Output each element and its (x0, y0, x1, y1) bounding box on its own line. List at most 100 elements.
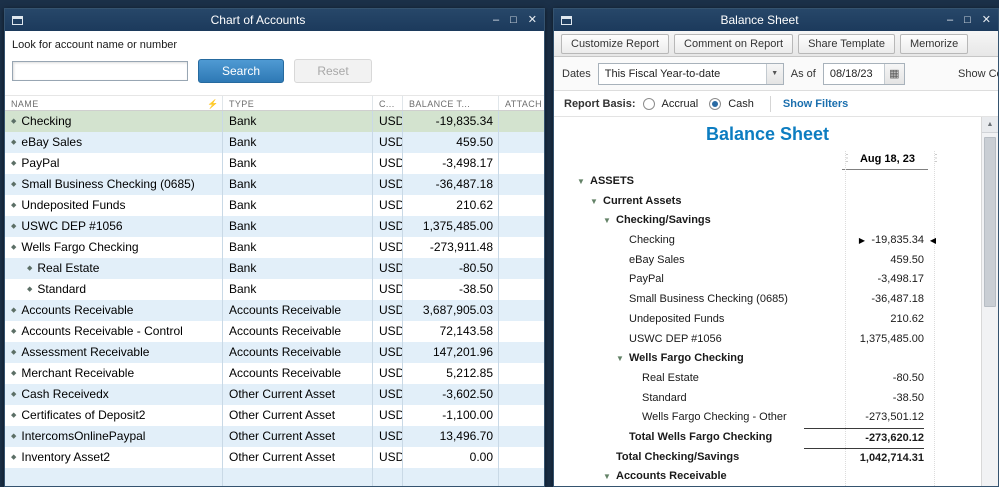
account-type-cell: Bank (223, 216, 373, 237)
account-row[interactable]: ◆ Cash Receivedx Other Current Asset USD -3,… (5, 384, 544, 405)
close-icon[interactable]: ✕ (528, 9, 537, 31)
account-row[interactable]: ◆ Merchant Receivable Accounts Receivable U… (5, 363, 544, 384)
collapse-triangle-icon[interactable]: ▼ (603, 467, 616, 486)
vertical-scrollbar[interactable]: ▲ (981, 117, 998, 486)
report-row[interactable]: ▼ Wells Fargo Checking (554, 349, 981, 369)
account-attach-cell (499, 300, 544, 321)
account-currency-cell: USD (373, 426, 403, 447)
coa-window-title: Chart of Accounts (210, 13, 306, 27)
column-grip-icon[interactable]: ⋮ (931, 152, 941, 166)
report-row[interactable]: eBay Sales 459.50 (554, 251, 981, 271)
customize-report-button[interactable]: Customize Report (561, 33, 670, 54)
maximize-icon[interactable]: □ (510, 9, 517, 31)
account-name: Merchant Receivable (21, 366, 135, 380)
account-diamond-icon: ◆ (11, 370, 17, 377)
account-row[interactable]: ◆ PayPal Bank USD -3,498.17 (5, 153, 544, 174)
minimize-icon[interactable]: – (493, 9, 499, 31)
report-row[interactable]: ▼ Checking/Savings (554, 211, 981, 231)
account-attach-cell (499, 153, 544, 174)
as-of-date-field[interactable]: 08/18/23 ▦ (822, 62, 905, 85)
column-header-attach[interactable]: ATTACH (499, 96, 544, 110)
account-row[interactable]: ◆ eBay Sales Bank USD 459.50 (5, 132, 544, 153)
report-row[interactable]: Undeposited Funds 210.62 (554, 310, 981, 330)
coa-titlebar[interactable]: Chart of Accounts – □ ✕ (5, 9, 544, 31)
account-row[interactable]: ◆ Wells Fargo Checking Bank USD -273,911.48 (5, 237, 544, 258)
minimize-icon[interactable]: – (947, 9, 953, 31)
report-row[interactable]: ▼ ASSETS (554, 172, 981, 192)
account-balance-cell: 13,496.70 (403, 426, 499, 447)
show-filters-link[interactable]: Show Filters (783, 98, 848, 110)
account-row[interactable]: ◆ USWC DEP #1056 Bank USD 1,375,485.00 (5, 216, 544, 237)
account-type-cell: Accounts Receivable (223, 342, 373, 363)
account-search-input[interactable] (12, 61, 188, 81)
account-name: eBay Sales (21, 135, 83, 149)
account-row[interactable] (5, 468, 544, 486)
account-row[interactable]: ◆ IntercomsOnlinePaypal Other Current Asse… (5, 426, 544, 447)
report-row[interactable]: Wells Fargo Checking - Other -273,501.12 (554, 408, 981, 428)
report-row-value: 1,375,485.00 (859, 332, 924, 345)
column-header-type[interactable]: TYPE (223, 96, 373, 110)
share-template-button[interactable]: Share Template (798, 33, 895, 54)
account-row[interactable]: ◆ Checking Bank USD -19,835.34 (5, 111, 544, 132)
account-row[interactable]: ◆ Assessment Receivable Accounts Receivabl… (5, 342, 544, 363)
comment-on-report-button[interactable]: Comment on Report (674, 33, 794, 54)
report-row[interactable]: ▼ Current Assets (554, 192, 981, 212)
account-balance-cell: 3,687,905.03 (403, 300, 499, 321)
column-header-name[interactable]: NAME ⚡ (5, 96, 223, 110)
collapse-triangle-icon[interactable]: ▼ (603, 211, 616, 231)
calendar-icon[interactable]: ▦ (883, 63, 904, 84)
account-row[interactable]: ◆ Standard Bank USD -38.50 (5, 279, 544, 300)
memorize-button[interactable]: Memorize (899, 33, 969, 54)
account-row[interactable]: ◆ Undeposited Funds Bank USD 210.62 (5, 195, 544, 216)
window-controls: – □ ✕ (493, 9, 537, 31)
account-attach-cell (499, 426, 544, 447)
collapse-triangle-icon[interactable]: ▼ (590, 192, 603, 212)
collapse-triangle-icon[interactable]: ▼ (577, 172, 590, 192)
column-header-balance[interactable]: BALANCE T... (403, 96, 499, 110)
dates-dropdown[interactable]: This Fiscal Year-to-date ▼ (597, 62, 784, 85)
report-filter-bar: Dates This Fiscal Year-to-date ▼ As of 0… (554, 57, 998, 91)
account-row[interactable]: ◆ Real Estate Bank USD -80.50 (5, 258, 544, 279)
report-toolbar: Customize Report Comment on Report Share… (554, 31, 998, 57)
account-row[interactable]: ◆ Certificates of Deposit2 Other Current A… (5, 405, 544, 426)
collapse-triangle-icon[interactable]: ▼ (616, 349, 629, 369)
window-icon (12, 15, 23, 25)
maximize-icon[interactable]: □ (964, 9, 971, 31)
accrual-radio[interactable] (642, 97, 655, 110)
account-currency-cell: USD (373, 195, 403, 216)
search-label: Look for account name or number (12, 39, 178, 51)
account-currency-cell: USD (373, 405, 403, 426)
account-row[interactable]: ◆ Accounts Receivable - Control Accounts R… (5, 321, 544, 342)
chevron-down-icon[interactable]: ▼ (765, 63, 783, 84)
report-titlebar[interactable]: Balance Sheet – □ ✕ (554, 9, 998, 31)
report-row[interactable]: ▼ Accounts Receivable (554, 467, 981, 486)
account-balance-cell (403, 468, 499, 486)
account-row[interactable]: ◆ Accounts Receivable Accounts Receivable U… (5, 300, 544, 321)
account-balance-cell: -3,602.50 (403, 384, 499, 405)
account-type-cell: Bank (223, 174, 373, 195)
report-row-label: Checking/Savings (616, 214, 711, 227)
report-row[interactable]: PayPal -3,498.17 (554, 270, 981, 290)
scrollbar-thumb[interactable] (984, 137, 996, 307)
column-header-currency[interactable]: C... (373, 96, 403, 110)
account-name-cell: ◆ PayPal (5, 153, 223, 174)
report-row[interactable]: Checking -19,835.34 ▶ ◀ (554, 231, 981, 251)
account-row[interactable]: ◆ Inventory Asset2 Other Current Asset USD 0… (5, 447, 544, 468)
account-diamond-icon: ◆ (11, 328, 17, 335)
account-currency-cell: USD (373, 153, 403, 174)
scroll-up-icon[interactable]: ▲ (982, 117, 998, 133)
report-row[interactable]: Real Estate -80.50 (554, 369, 981, 389)
close-icon[interactable]: ✕ (982, 9, 991, 31)
report-row[interactable]: Small Business Checking (0685) -36,487.18 (554, 290, 981, 310)
report-row[interactable]: Standard -38.50 (554, 389, 981, 409)
report-row[interactable]: Total Wells Fargo Checking -273,620.12 (554, 427, 981, 448)
search-button[interactable]: Search (198, 59, 284, 83)
report-row[interactable]: Total Checking/Savings 1,042,714.31 (554, 447, 981, 468)
report-row[interactable]: USWC DEP #1056 1,375,485.00 (554, 330, 981, 350)
column-grip-icon[interactable]: ⋮ (842, 152, 852, 166)
report-row-value: -273,501.12 (865, 411, 924, 424)
account-row[interactable]: ◆ Small Business Checking (0685) Bank USD -3… (5, 174, 544, 195)
account-currency-cell: USD (373, 447, 403, 468)
cash-radio[interactable] (709, 97, 722, 110)
reset-button[interactable]: Reset (294, 59, 372, 83)
